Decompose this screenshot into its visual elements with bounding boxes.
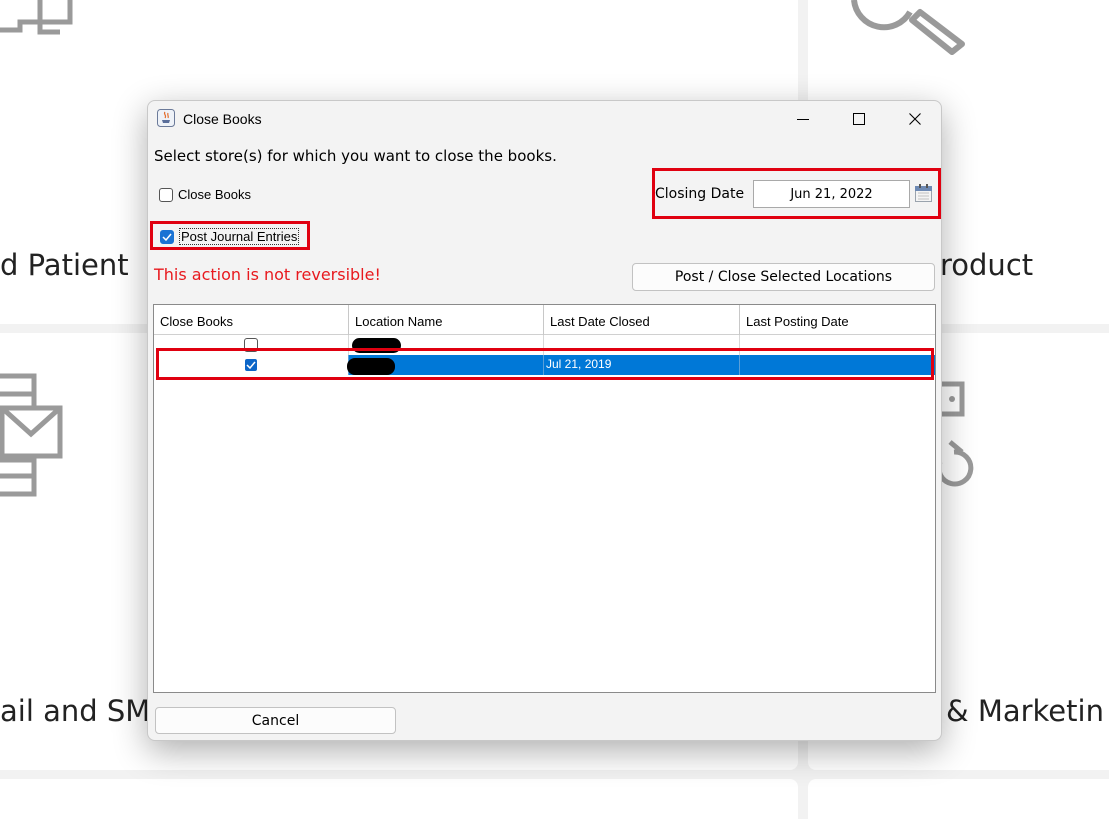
checkmark-icon xyxy=(162,233,172,241)
cancel-button[interactable]: Cancel xyxy=(155,707,396,734)
close-books-checkbox-label: Close Books xyxy=(178,187,251,202)
highlight-frame-selected-row xyxy=(156,348,934,380)
magnifier-icon xyxy=(851,0,965,55)
calendar-icon[interactable] xyxy=(915,184,932,202)
closing-date-field[interactable]: Jun 21, 2022 xyxy=(753,180,910,208)
column-header-location-name[interactable]: Location Name xyxy=(349,305,544,335)
maximize-button[interactable] xyxy=(836,103,882,135)
column-header-last-date-closed[interactable]: Last Date Closed xyxy=(544,305,740,335)
column-header-close-books[interactable]: Close Books xyxy=(154,305,349,335)
post-journal-checkbox-box[interactable] xyxy=(160,229,174,244)
close-icon xyxy=(909,113,921,125)
mail-stack-icon xyxy=(0,373,63,497)
tile-label-product: roduct xyxy=(940,248,1034,282)
post-close-locations-button[interactable]: Post / Close Selected Locations xyxy=(632,263,935,291)
title-bar[interactable]: Close Books xyxy=(148,101,941,137)
close-books-checkbox-box[interactable] xyxy=(159,187,173,202)
instruction-text: Select store(s) for which you want to cl… xyxy=(154,147,557,165)
post-journal-checkbox[interactable]: Post Journal Entries xyxy=(160,228,300,245)
post-journal-checkbox-label: Post Journal Entries xyxy=(179,228,300,245)
tile-bottom-left[interactable] xyxy=(0,779,798,819)
network-icon xyxy=(0,0,73,35)
device-icon xyxy=(940,381,974,487)
tile-label-patient: d Patient xyxy=(0,248,129,282)
column-header-last-posting-date[interactable]: Last Posting Date xyxy=(740,305,935,335)
maximize-icon xyxy=(853,113,865,125)
table-header: Close Books Location Name Last Date Clos… xyxy=(154,305,935,335)
tile-label-marketing: & Marketin xyxy=(946,694,1104,728)
warning-text: This action is not reversible! xyxy=(154,265,381,284)
tile-label-email-sms: ail and SM xyxy=(0,694,151,728)
closing-date-label: Closing Date xyxy=(655,186,745,202)
minimize-button[interactable] xyxy=(780,103,826,135)
dialog-title: Close Books xyxy=(183,111,262,127)
minimize-icon xyxy=(797,119,809,120)
close-books-checkbox[interactable]: Close Books xyxy=(159,187,251,202)
tile-bottom-right[interactable] xyxy=(808,779,1109,819)
java-cup-icon xyxy=(157,109,175,127)
close-books-dialog: Close Books Select store(s) for which yo… xyxy=(147,100,942,741)
close-window-button[interactable] xyxy=(892,103,938,135)
